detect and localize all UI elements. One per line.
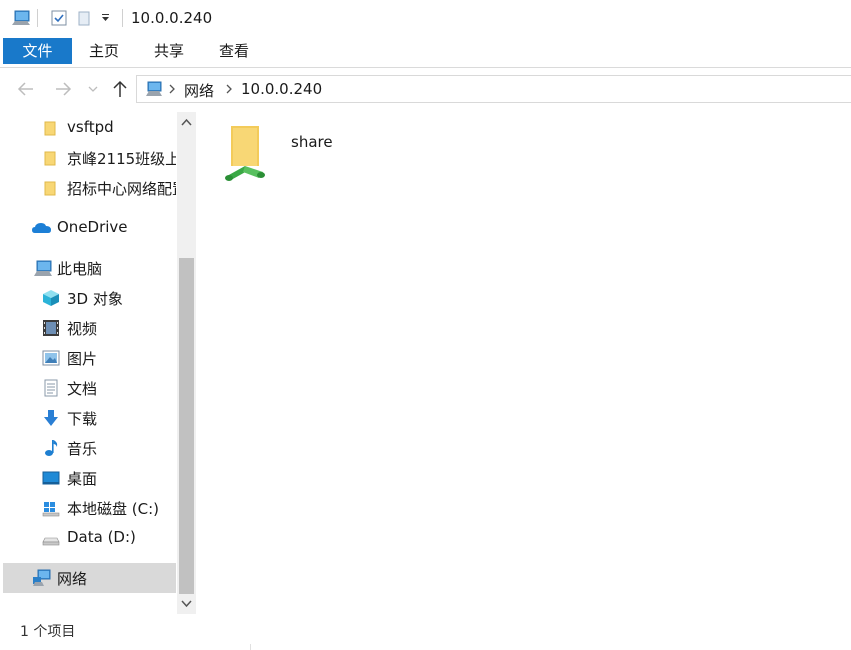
music-icon xyxy=(45,440,58,456)
folder-icon xyxy=(44,151,56,166)
ribbon-tabs: 文件 主页 共享 查看 xyxy=(0,38,851,68)
shared-folder-icon xyxy=(225,126,265,181)
properties-icon[interactable] xyxy=(51,10,67,26)
sidebar-item-videos[interactable]: 视频 xyxy=(0,313,176,343)
back-arrow-icon[interactable] xyxy=(16,79,36,99)
sidebar-item-music[interactable]: 音乐 xyxy=(0,433,176,463)
sidebar-item-folder-3[interactable]: 招标中心网络配置 xyxy=(0,173,176,203)
sidebar-item-network[interactable]: 网络 xyxy=(3,563,176,593)
forward-arrow-icon[interactable] xyxy=(53,79,73,99)
sidebar-item-pictures[interactable]: 图片 xyxy=(0,343,176,373)
downloads-icon xyxy=(44,410,58,426)
sidebar-item-this-pc[interactable]: 此电脑 xyxy=(0,253,176,283)
folder-icon xyxy=(44,121,56,136)
toolbar-divider xyxy=(37,9,38,27)
window-title: 10.0.0.240 xyxy=(131,9,213,27)
title-bar: 10.0.0.240 xyxy=(0,0,851,38)
breadcrumb-chevron-icon[interactable] xyxy=(225,83,233,95)
scrollbar-thumb[interactable] xyxy=(179,258,194,594)
drive-icon xyxy=(42,537,60,546)
up-arrow-icon[interactable] xyxy=(110,79,130,99)
sidebar-item-data-d[interactable]: Data (D:) xyxy=(0,523,176,553)
3d-objects-icon xyxy=(43,290,59,306)
status-bar: 1 个项目 xyxy=(0,614,851,650)
breadcrumb-chevron-icon[interactable] xyxy=(168,83,176,95)
sidebar-scrollbar[interactable] xyxy=(177,112,196,614)
sidebar-item-desktop[interactable]: 桌面 xyxy=(0,463,176,493)
tab-file[interactable]: 文件 xyxy=(3,38,72,64)
onedrive-icon xyxy=(32,223,51,233)
sidebar-item-3d-objects[interactable]: 3D 对象 xyxy=(0,283,176,313)
this-pc-icon xyxy=(34,260,52,276)
item-label: share xyxy=(291,133,333,151)
item-count: 1 个项目 xyxy=(20,624,76,640)
breadcrumb-host[interactable]: 10.0.0.240 xyxy=(241,80,322,98)
navigation-bar: 网络 10.0.0.240 xyxy=(0,69,851,109)
computer-icon xyxy=(12,10,30,25)
folder-icon xyxy=(44,181,56,196)
tab-view[interactable]: 查看 xyxy=(210,38,258,64)
network-icon xyxy=(33,569,51,586)
sidebar-item-onedrive[interactable]: OneDrive xyxy=(0,213,176,243)
title-divider xyxy=(122,9,123,27)
tab-home[interactable]: 主页 xyxy=(80,38,128,64)
local-disk-icon xyxy=(42,502,60,517)
navigation-pane: vsftpd 京峰2115班级上 招标中心网络配置 OneDrive 此电脑 3… xyxy=(0,112,197,614)
list-item[interactable]: share xyxy=(219,120,379,188)
network-computer-icon xyxy=(146,81,162,96)
file-explorer-window: 10.0.0.240 文件 主页 共享 查看 网络 10.0.0.240 vsf… xyxy=(0,0,851,650)
pictures-icon xyxy=(42,350,60,366)
customize-toolbar-dropdown-icon[interactable] xyxy=(101,14,110,22)
scroll-down-icon[interactable] xyxy=(177,592,196,614)
desktop-icon xyxy=(42,471,60,485)
sidebar-item-vsftpd[interactable]: vsftpd xyxy=(0,113,176,143)
new-folder-icon[interactable] xyxy=(78,10,90,26)
content-pane: share xyxy=(197,112,851,614)
sidebar-item-downloads[interactable]: 下载 xyxy=(0,403,176,433)
sidebar-item-documents[interactable]: 文档 xyxy=(0,373,176,403)
tab-share[interactable]: 共享 xyxy=(145,38,193,64)
status-divider xyxy=(250,644,251,650)
recent-locations-chevron-icon[interactable] xyxy=(86,79,100,99)
sidebar-item-folder-2[interactable]: 京峰2115班级上 xyxy=(0,143,176,173)
address-bar[interactable]: 网络 10.0.0.240 xyxy=(136,75,851,103)
documents-icon xyxy=(44,379,58,397)
sidebar-item-local-disk-c[interactable]: 本地磁盘 (C:) xyxy=(0,493,176,523)
videos-icon xyxy=(43,320,59,336)
scroll-up-icon[interactable] xyxy=(177,112,196,134)
breadcrumb-network[interactable]: 网络 xyxy=(184,80,214,101)
